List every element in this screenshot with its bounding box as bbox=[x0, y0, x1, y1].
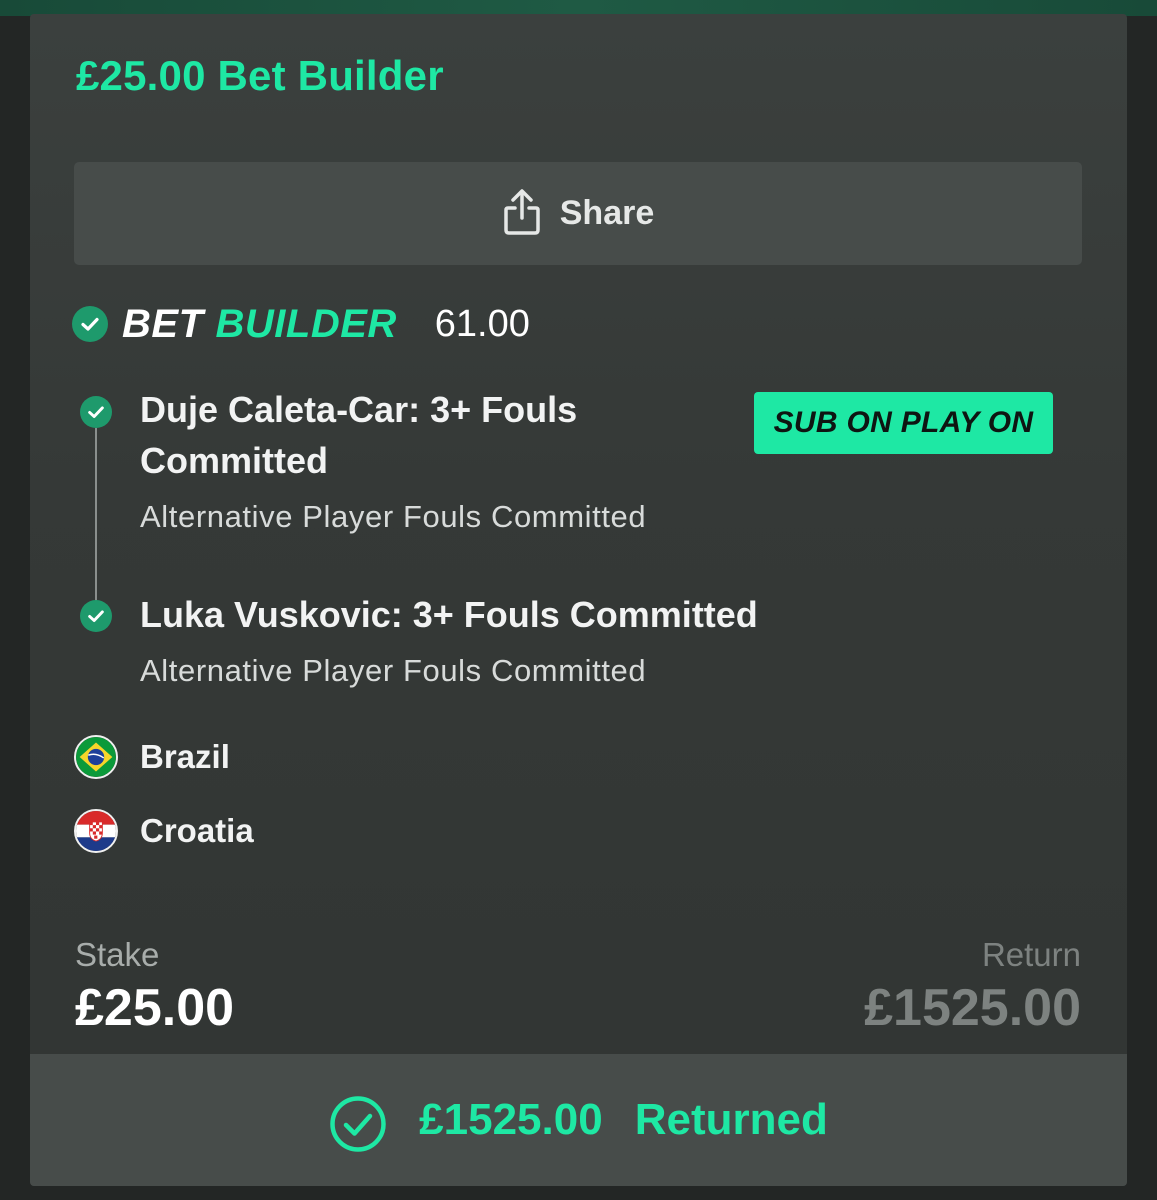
bet-builder-logo-first: BET bbox=[122, 301, 204, 346]
legs-timeline bbox=[95, 428, 97, 614]
share-label: Share bbox=[559, 194, 655, 232]
bet-builder-logo-second: BUILDER bbox=[215, 301, 397, 346]
bet-title: £25.00 Bet Builder bbox=[76, 52, 444, 99]
leg-1-title: Duje Caleta-Car: 3+ Fouls Committed bbox=[140, 384, 577, 486]
leg-2-market: Alternative Player Fouls Committed bbox=[140, 653, 647, 688]
sub-on-play-on-badge: SUB ON PLAY ON bbox=[754, 392, 1053, 454]
bet-builder-header: BET BUILDER 61.00 bbox=[72, 302, 530, 346]
croatia-flag-icon bbox=[74, 809, 118, 853]
result-status: Returned bbox=[634, 1095, 828, 1144]
bet-builder-logo: BET BUILDER bbox=[122, 302, 397, 347]
team-name: Croatia bbox=[140, 812, 254, 849]
bet-card: £25.00 Bet Builder Share BET BUILDER 61.0… bbox=[30, 14, 1127, 1186]
stake-value: £25.00 bbox=[75, 979, 235, 1037]
leg-1-market: Alternative Player Fouls Committed bbox=[140, 499, 647, 534]
check-circle-outline-icon bbox=[330, 1096, 386, 1152]
team-row-croatia: Croatia bbox=[74, 809, 254, 853]
check-circle-icon bbox=[72, 306, 108, 342]
team-name: Brazil bbox=[140, 738, 230, 775]
share-icon bbox=[504, 188, 540, 235]
return-label: Return bbox=[981, 936, 1081, 973]
leg-1-title-line1: Duje Caleta-Car: 3+ Fouls bbox=[140, 389, 578, 430]
check-circle-icon bbox=[80, 600, 112, 632]
return-value: £1525.00 bbox=[864, 979, 1081, 1037]
leg-1-title-line2: Committed bbox=[140, 440, 328, 481]
leg-2-title: Luka Vuskovic: 3+ Fouls Committed bbox=[140, 594, 758, 635]
result-bar: £1525.00 Returned bbox=[30, 1054, 1127, 1186]
team-row-brazil: Brazil bbox=[74, 735, 230, 779]
check-circle-icon bbox=[80, 396, 112, 428]
brazil-flag-icon bbox=[74, 735, 118, 779]
result-amount: £1525.00 bbox=[419, 1095, 603, 1144]
bet-odds: 61.00 bbox=[434, 302, 530, 345]
share-button[interactable]: Share bbox=[74, 162, 1082, 265]
stake-label: Stake bbox=[75, 936, 160, 973]
